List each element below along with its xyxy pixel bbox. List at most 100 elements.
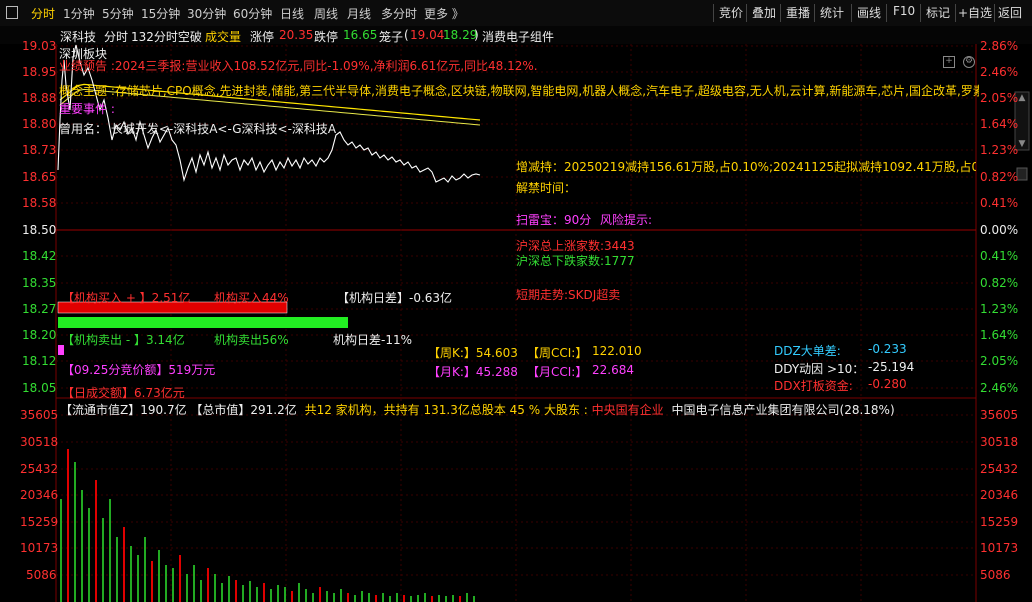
- ddx-value: -0.280: [868, 377, 907, 391]
- volume-bar: [438, 595, 440, 602]
- volume-bar: [81, 490, 83, 602]
- percent-tick: 2.46%: [980, 381, 1019, 395]
- month-cci-value: 22.684: [592, 363, 634, 377]
- percent-tick: 0.41%: [980, 249, 1019, 263]
- price-tick: 18.88: [22, 91, 57, 105]
- volume-bar: [291, 591, 293, 602]
- ddz-value: -0.233: [868, 342, 907, 356]
- volume-bar: [123, 527, 125, 602]
- institution-buy-label: 【机构买入 + 】2.51亿: [62, 291, 191, 305]
- volume-bar: [200, 580, 202, 602]
- volume-bar: [67, 449, 69, 602]
- volume-bar: [396, 593, 398, 602]
- volume-bar: [228, 576, 230, 602]
- volume-bar: [221, 583, 223, 602]
- mine-sweeper-score: 扫雷宝：90分: [516, 213, 592, 227]
- volume-bar: [172, 568, 174, 602]
- percent-tick: 2.05%: [980, 91, 1019, 105]
- percent-tick: 0.82%: [980, 170, 1019, 184]
- month-cci-label: 【月CCI:】: [527, 365, 588, 379]
- volume-bar: [354, 595, 356, 602]
- volume-bar: [214, 574, 216, 602]
- volume-bar: [326, 591, 328, 602]
- volume-tick: 5086: [980, 568, 1011, 582]
- price-tick: 18.73: [22, 143, 57, 157]
- price-tick: 18.95: [22, 65, 57, 79]
- institution-day-diff: 【机构日差】-0.63亿: [337, 291, 453, 305]
- percent-tick: 0.82%: [980, 276, 1019, 290]
- volume-tick: 10173: [980, 541, 1019, 555]
- volume-bar: [473, 596, 475, 602]
- float-market-cap: 【流通市值Z】190.7亿: [60, 403, 187, 417]
- volume-bars: [60, 449, 475, 602]
- volume-bar: [424, 593, 426, 602]
- price-tick: 18.12: [22, 354, 57, 368]
- volume-bar: [305, 589, 307, 602]
- volume-bar: [340, 589, 342, 602]
- institution-sell-label: 【机构卖出 - 】3.14亿: [62, 333, 185, 347]
- price-tick: 18.35: [22, 276, 57, 290]
- volume-bar: [445, 596, 447, 602]
- former-names: 曾用名： 长城开发<-深科技A<-G深科技<-深科技A: [59, 122, 337, 136]
- volume-bar: [235, 580, 237, 602]
- earnings-forecast: 业绩预告 :2024三季报:营业收入108.52亿元,同比-1.09%,净利润6…: [59, 59, 538, 73]
- shareholder-type: 中央国有企业: [591, 403, 664, 417]
- market-cap-line: 【流通市值Z】190.7亿 【总市值】291.2亿 共12 家机构，共持有 13…: [60, 401, 895, 418]
- volume-bar: [298, 583, 300, 602]
- volume-bar: [270, 589, 272, 602]
- volume-bar: [382, 593, 384, 602]
- major-events: 重要事件 :: [59, 102, 115, 116]
- volume-bar: [263, 583, 265, 602]
- chevron-right-icon[interactable]: [1016, 167, 1028, 181]
- price-tick: 19.03: [22, 39, 57, 53]
- volume-tick: 20346: [20, 488, 59, 502]
- volume-bar: [130, 546, 132, 602]
- volume-bar: [375, 595, 377, 602]
- volume-bar: [249, 581, 251, 602]
- volume-bar: [403, 595, 405, 602]
- risk-tip: 风险提示:: [600, 213, 653, 227]
- volume-bar: [179, 555, 181, 602]
- volume-bar: [389, 596, 391, 602]
- volume-bar: [144, 537, 146, 602]
- volume-bar: [361, 591, 363, 602]
- week-k: 【周K:】54.603: [428, 346, 518, 360]
- volume-bar: [284, 587, 286, 602]
- volume-bar: [186, 574, 188, 602]
- price-tick: 18.20: [22, 328, 57, 342]
- price-tick: 18.80: [22, 117, 57, 131]
- volume-bar: [116, 537, 118, 602]
- volume-bar: [102, 518, 104, 602]
- price-tick: 18.42: [22, 249, 57, 263]
- volume-bar: [60, 499, 62, 602]
- unlock-time: 解禁时间：: [516, 181, 577, 195]
- volume-bar: [158, 550, 160, 602]
- institution-day-diff-percent: 机构日差-11%: [333, 333, 413, 347]
- price-tick: 18.27: [22, 302, 57, 316]
- percent-tick: 2.05%: [980, 354, 1019, 368]
- percent-tick: 2.46%: [980, 65, 1019, 79]
- volume-tick: 35605: [20, 408, 59, 422]
- scroll-up-icon[interactable]: ▲: [1019, 93, 1026, 103]
- major-shareholder-label: 大股东 :: [543, 403, 588, 417]
- ddz-label: DDZ大单差:: [774, 344, 841, 358]
- scroll-down-icon[interactable]: ▼: [1019, 139, 1026, 149]
- ddy-value: -25.194: [868, 360, 915, 374]
- volume-bar: [431, 596, 433, 602]
- ddx-label: DDX打板资金:: [774, 379, 853, 393]
- auction-amount: 【09.25分竞价额】519万元: [62, 363, 216, 377]
- volume-bar: [165, 565, 167, 602]
- institution-sell-percent: 机构卖出56%: [214, 333, 289, 347]
- percent-tick: 1.23%: [980, 143, 1019, 157]
- volume-bar: [151, 561, 153, 602]
- volume-bar: [452, 595, 454, 602]
- volume-tick: 15259: [980, 515, 1019, 529]
- total-market-cap: 【总市值】291.2亿: [190, 403, 297, 417]
- institution-sell-bar: [58, 317, 348, 328]
- market-down-count: 沪深总下跌家数:1777: [516, 254, 635, 268]
- volume-tick: 5086: [26, 568, 57, 582]
- volume-bar: [333, 593, 335, 602]
- volume-tick: 25432: [980, 462, 1019, 476]
- volume-bar: [368, 593, 370, 602]
- volume-tick: 35605: [980, 408, 1019, 422]
